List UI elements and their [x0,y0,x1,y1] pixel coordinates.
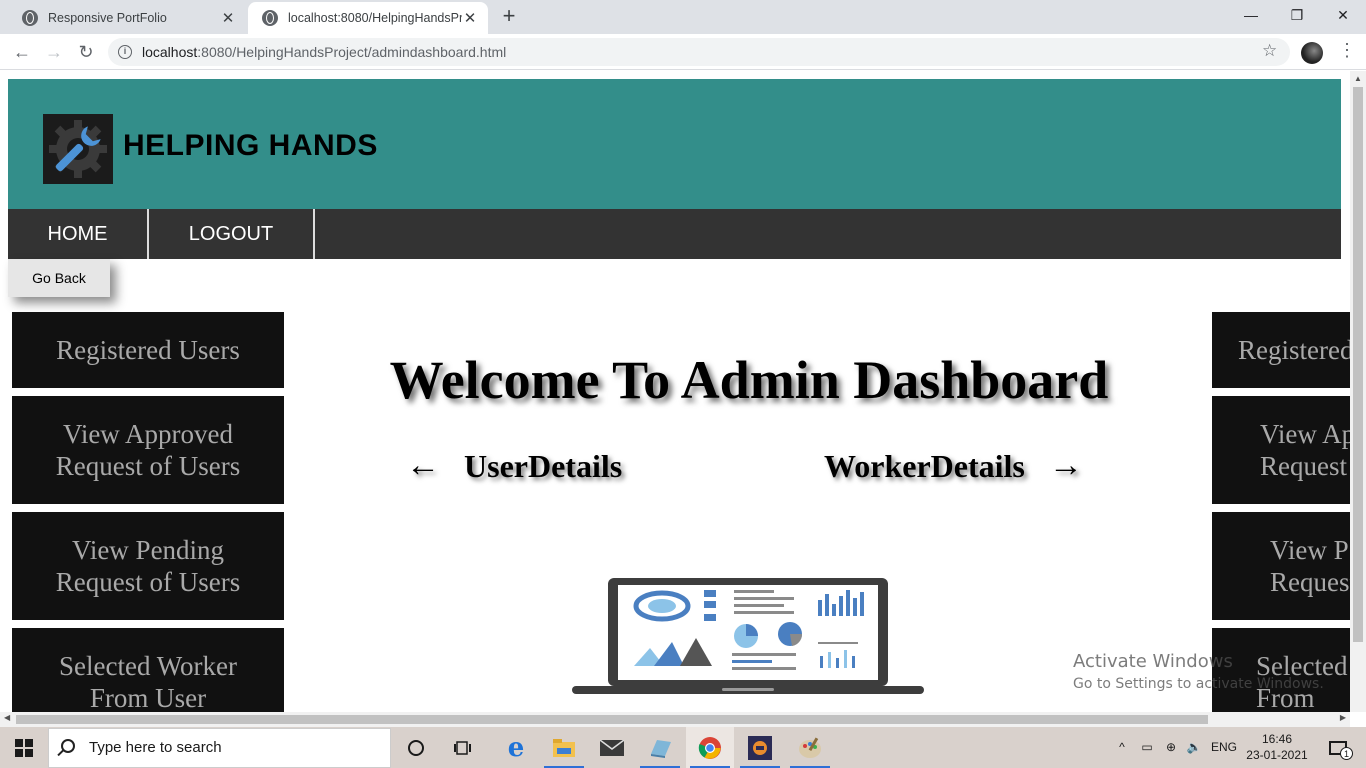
file-explorer-icon[interactable] [540,727,588,768]
network-device-icon[interactable]: ▭ [1136,727,1158,768]
search-placeholder: Type here to search [89,739,222,756]
scroll-up-icon[interactable]: ▲ [1354,74,1362,83]
watermark-title: Activate Windows [1073,651,1233,672]
taskbar-search-input[interactable]: Type here to search [48,728,391,768]
brand-title: HELPING HANDS [123,129,378,162]
system-clock[interactable]: 16:46 23-01-2021 [1246,731,1308,763]
task-view-icon[interactable] [440,727,488,768]
right-arrow-icon: → [1048,447,1083,484]
notification-center-icon[interactable]: 1 [1318,727,1358,768]
tray-chevron-icon[interactable]: ^ [1112,727,1132,768]
language-indicator[interactable]: ENG [1208,727,1240,768]
windows-activation-watermark: Activate Windows Go to Settings to activ… [1073,651,1324,692]
scroll-right-icon[interactable]: ▶ [1340,713,1346,722]
nav-home-link[interactable]: HOME [8,209,149,259]
url-host: localhost [142,44,198,60]
url-path: :8080/HelpingHandsProject/admindashboard… [197,44,507,60]
windows-taskbar: Type here to search e ^ ▭ ⊕ 🔈 ENG 16:46 … [0,727,1366,768]
vertical-scroll-thumb[interactable] [1353,87,1363,642]
minimize-button[interactable]: — [1228,0,1274,30]
welcome-heading: Welcome To Admin Dashboard [389,350,1109,410]
close-window-button[interactable]: ✕ [1320,0,1366,30]
profile-avatar[interactable] [1301,42,1323,64]
tab-admin-dashboard[interactable]: localhost:8080/HelpingHandsPro ✕ [248,2,488,34]
horizontal-scroll-thumb[interactable] [16,715,1208,724]
tab-close-icon[interactable]: ✕ [220,9,236,27]
address-bar[interactable]: i localhost:8080/HelpingHandsProject/adm… [108,38,1290,66]
browser-menu-icon[interactable]: ⋮ [1338,40,1356,61]
menu-pending-requests[interactable]: View Pending Request of Users [12,512,284,620]
app-icon-cube[interactable] [636,727,684,768]
clock-date: 23-01-2021 [1246,748,1308,762]
menu-registered-users[interactable]: Registered Users [12,312,284,388]
menu-selected-worker[interactable]: Selected Worker From User [12,628,284,712]
menu-pending-worker-requests[interactable]: View P Request o [1212,512,1350,620]
vertical-scrollbar[interactable]: ▲ [1350,71,1366,712]
tab-responsive-portfolio[interactable]: Responsive PortFolio ✕ [8,2,246,34]
search-icon [61,739,75,753]
maximize-button[interactable]: ❐ [1274,0,1320,30]
user-details-label: UserDetails [464,447,623,484]
netbeans-ide-icon[interactable] [736,727,784,768]
volume-icon[interactable]: 🔈 [1184,727,1204,768]
forward-arrow-icon[interactable]: → [42,40,66,64]
wrench-gear-logo-icon [43,114,113,184]
go-back-button[interactable]: Go Back [8,259,110,297]
tab-title: Responsive PortFolio [48,11,167,25]
windows-start-icon[interactable] [0,727,48,768]
laptop-dashboard-illustration [572,576,924,698]
site-header: HELPING HANDS [8,79,1341,209]
menu-registered-workers[interactable]: Registered [1212,312,1350,388]
nav-logout-link[interactable]: LOGOUT [149,209,315,259]
tab-close-icon[interactable]: ✕ [462,9,478,27]
scroll-left-icon[interactable]: ◀ [4,713,10,722]
cortana-icon[interactable] [392,727,440,768]
horizontal-scrollbar[interactable]: ◀ ▶ [0,712,1350,727]
watermark-subtitle: Go to Settings to activate Windows. [1073,676,1324,692]
site-nav: HOME LOGOUT [8,209,1341,259]
browser-tabstrip: Responsive PortFolio ✕ localhost:8080/He… [0,0,1366,34]
edge-browser-icon[interactable]: e [492,727,540,768]
bookmark-star-icon[interactable]: ☆ [1262,41,1277,61]
page-viewport: HELPING HANDS HOME LOGOUT Go Back Regist… [0,71,1350,712]
browser-toolbar: ← → ↻ i localhost:8080/HelpingHandsProje… [0,34,1366,70]
worker-details-label: WorkerDetails [824,447,1025,484]
chrome-browser-icon[interactable] [686,727,734,768]
new-tab-icon[interactable]: + [498,5,520,28]
notification-count: 1 [1340,747,1353,760]
tab-title: localhost:8080/HelpingHandsPro [288,11,462,25]
globe-icon [22,10,38,26]
site-info-icon[interactable]: i [118,45,132,59]
worker-details-link[interactable]: WorkerDetails → [824,447,1083,485]
paint-app-icon[interactable] [786,727,834,768]
menu-approved-requests[interactable]: View Approved Request of Users [12,396,284,504]
clock-time: 16:46 [1261,732,1293,746]
back-arrow-icon[interactable]: ← [10,40,34,64]
left-arrow-icon: ← [406,447,440,484]
globe-icon [262,10,278,26]
menu-approved-worker-requests[interactable]: View Ap Request o [1212,396,1350,504]
reload-icon[interactable]: ↻ [74,40,98,64]
globe-network-icon[interactable]: ⊕ [1160,727,1182,768]
mail-icon[interactable] [588,727,636,768]
user-details-link[interactable]: ← UserDetails [406,447,622,485]
